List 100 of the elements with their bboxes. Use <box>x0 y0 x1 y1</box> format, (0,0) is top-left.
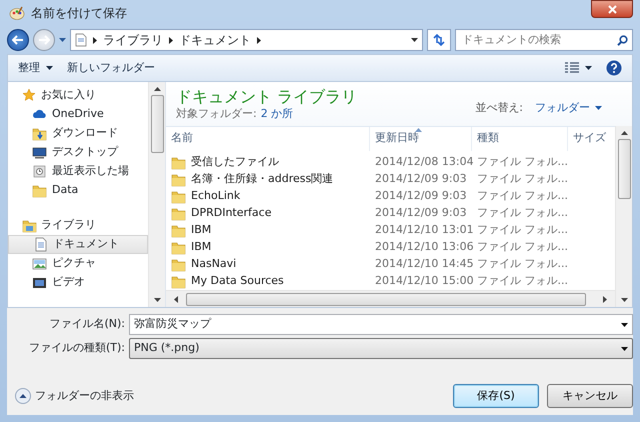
chevron-up-icon <box>15 388 31 404</box>
sidebar-item[interactable]: ビデオ <box>8 273 148 292</box>
clock-icon <box>32 164 47 179</box>
column-header[interactable]: 名前 <box>166 126 370 150</box>
column-header[interactable]: 種類 <box>472 126 568 150</box>
file-name[interactable]: 名簿・住所録・address関連 <box>191 171 334 188</box>
file-type: ファイル フォル... <box>476 205 569 222</box>
scrollbar-thumb[interactable] <box>186 292 586 306</box>
modified-date: 2014/12/10 15:00 <box>374 273 472 290</box>
arrow-down-icon <box>154 298 160 302</box>
arrow-up-icon <box>154 87 160 91</box>
folder-icon <box>171 257 186 272</box>
folder-icon <box>171 155 186 170</box>
refresh-icon <box>432 34 446 46</box>
back-button[interactable] <box>7 29 29 51</box>
sidebar-group[interactable]: ライブラリ <box>8 216 148 235</box>
scrollbar-thumb[interactable] <box>150 95 164 153</box>
scrollbar[interactable] <box>166 290 615 307</box>
file-name[interactable]: IBM <box>191 222 212 239</box>
search-box[interactable]: ドキュメントの検索 <box>455 29 633 51</box>
modified-date: 2014/12/10 14:45 <box>374 256 472 272</box>
sort-label: 並べ替え: <box>475 100 523 116</box>
scrollbar-thumb[interactable] <box>618 139 630 199</box>
column-header[interactable]: 更新日時 <box>370 126 472 150</box>
folder-icon <box>171 240 186 255</box>
file-type: ファイル フォル... <box>476 171 569 188</box>
window-title: 名前を付けて保存 <box>31 5 127 22</box>
folder-icon <box>171 223 186 238</box>
caret-icon <box>46 66 53 70</box>
chevron-icon <box>93 36 97 44</box>
caret-icon[interactable] <box>411 38 418 42</box>
sidebar-item[interactable]: ドキュメント <box>8 235 148 254</box>
library-title: ドキュメント ライブラリ <box>176 88 358 106</box>
file-type: ファイル フォル... <box>476 222 569 238</box>
dropdown-button[interactable]: 整理 <box>18 60 53 76</box>
modified-date: 2014/12/09 9:03 <box>374 188 468 204</box>
arrow-left-icon <box>12 35 24 45</box>
target-label: 対象フォルダー: <box>176 106 257 122</box>
sidebar-item[interactable]: デスクトップ <box>8 143 148 162</box>
file-type: ファイル フォル... <box>476 239 569 256</box>
caret-icon <box>621 346 628 350</box>
field-label: ファイル名(N): <box>48 316 125 332</box>
film-icon <box>32 275 47 290</box>
document-icon <box>33 237 48 252</box>
hide-folders-button[interactable]: フォルダーの非表示 <box>15 388 134 404</box>
save-button[interactable]: 保存(S) <box>453 384 539 408</box>
close-button[interactable] <box>591 0 633 18</box>
file-type: ファイル フォル... <box>476 273 569 290</box>
toolbar-button[interactable]: 新しいフォルダー <box>67 60 155 76</box>
chevron-icon[interactable] <box>257 36 261 44</box>
address-bar[interactable]: ライブラリ ドキュメント <box>70 29 423 51</box>
scrollbar[interactable] <box>615 126 632 307</box>
modified-date: 2014/12/08 13:04 <box>374 154 472 170</box>
folder-icon <box>171 274 186 289</box>
folder-icon <box>32 126 47 141</box>
file-type-dropdown[interactable]: PNG (*.png) <box>129 338 633 359</box>
sidebar-item[interactable]: Data <box>8 181 148 200</box>
file-name[interactable]: IBM <box>191 239 212 256</box>
file-type: ファイル フォル... <box>476 154 569 170</box>
view-button[interactable] <box>565 62 592 74</box>
chevron-icon[interactable] <box>169 36 173 44</box>
breadcrumb-link[interactable]: ライブラリ <box>103 31 163 49</box>
document-icon <box>75 33 87 47</box>
file-name[interactable]: My Data Sources <box>191 273 284 290</box>
arrow-up-icon <box>620 131 628 135</box>
modified-date: 2014/12/10 13:01 <box>374 222 472 238</box>
folder-icon <box>171 172 186 187</box>
picture-icon <box>32 256 47 271</box>
sidebar-item[interactable]: ダウンロード <box>8 124 148 143</box>
star-icon <box>22 88 37 103</box>
modified-date: 2014/12/10 13:06 <box>374 239 472 256</box>
sidebar-item[interactable]: OneDrive <box>8 105 148 124</box>
refresh-button[interactable] <box>427 29 451 51</box>
help-icon[interactable] <box>606 60 622 76</box>
field-label: ファイルの種類(T): <box>28 340 125 356</box>
search-icon <box>617 34 628 46</box>
sidebar-item[interactable]: ピクチャ <box>8 254 148 273</box>
locations-link[interactable]: 2 か所 <box>260 106 294 122</box>
caret-icon <box>585 66 592 70</box>
search-field[interactable]: ドキュメントの検索 <box>460 30 617 50</box>
sort-dropdown[interactable]: フォルダー <box>535 100 602 116</box>
cancel-button[interactable]: キャンセル <box>547 384 633 408</box>
folder-icon <box>32 183 47 198</box>
file-name[interactable]: NasNavi <box>191 256 236 273</box>
sort-arrow-icon <box>415 128 422 132</box>
palette-icon <box>9 5 25 21</box>
modified-date: 2014/12/09 9:03 <box>374 171 468 188</box>
sidebar-group[interactable]: お気に入り <box>8 86 148 105</box>
file-type: ファイル フォル... <box>476 256 569 272</box>
file-type: ファイル フォル... <box>476 188 569 204</box>
file-name[interactable]: DPRDInterface <box>191 205 272 222</box>
breadcrumb-link[interactable]: ドキュメント <box>179 31 251 49</box>
folder-icon <box>171 206 186 221</box>
scrollbar[interactable] <box>148 82 165 307</box>
file-name[interactable]: 受信したファイル <box>191 154 279 171</box>
sidebar-item[interactable]: 最近表示した場 <box>8 162 148 181</box>
file-name[interactable]: EchoLink <box>191 188 240 205</box>
arrow-right-icon <box>38 35 50 45</box>
arrow-left-icon <box>174 296 178 302</box>
file-name-field[interactable]: 弥富防災マップ <box>129 314 633 335</box>
